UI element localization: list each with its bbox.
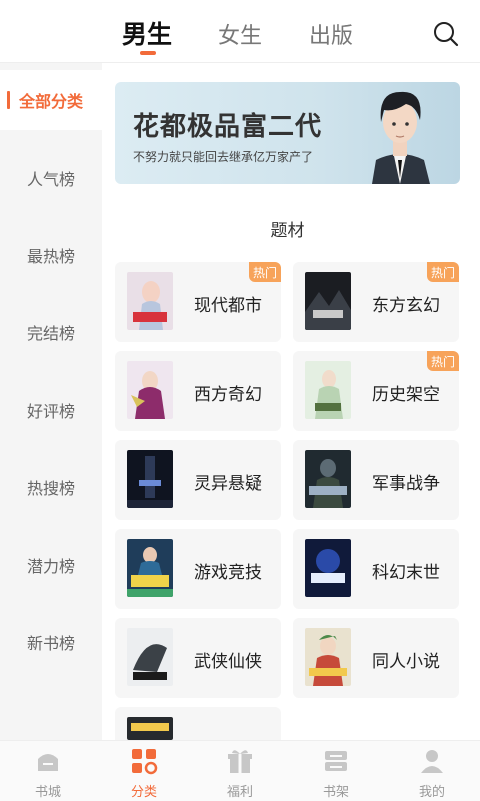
section-title: 题材 (270, 221, 305, 241)
top-bar: 男生 女生 出版 (0, 0, 480, 62)
hot-badge: 热门 (249, 262, 281, 282)
category-icon (132, 749, 158, 775)
sidebar-item-label: 人气榜 (26, 170, 75, 189)
sidebar-item-label: 热搜榜 (26, 479, 75, 498)
sidebar-item-new[interactable]: 新书榜 (0, 612, 102, 672)
sidebar-item-completed[interactable]: 完结榜 (0, 302, 102, 362)
sidebar-item-rated[interactable]: 好评榜 (0, 380, 102, 440)
nav-category[interactable]: 分类 (96, 741, 192, 801)
category-card-urban[interactable]: 热门 现代都市 (115, 262, 281, 342)
book-cover-image (305, 628, 351, 686)
book-cover-image (305, 272, 351, 330)
nav-bookshelf[interactable]: 书架 (288, 741, 384, 801)
hot-badge: 热门 (427, 262, 459, 282)
tab-female[interactable]: 女生 (218, 18, 262, 50)
book-cover-image (127, 539, 173, 597)
category-label: 科幻末世 (372, 563, 440, 583)
category-card-wuxia[interactable]: 武侠仙侠 (115, 618, 281, 698)
sidebar: 全部分类 人气榜 最热榜 完结榜 好评榜 热搜榜 潜力榜 新书榜 (0, 63, 102, 740)
book-cover-image (127, 272, 173, 330)
nav-label: 分类 (130, 785, 157, 800)
category-card-eastern-fantasy[interactable]: 热门 东方玄幻 (293, 262, 459, 342)
banner-character-image (372, 91, 430, 184)
nav-welfare[interactable]: 福利 (192, 741, 288, 801)
category-label: 游戏竞技 (194, 563, 262, 583)
book-cover-image (127, 717, 173, 740)
category-label: 军事战争 (372, 474, 440, 494)
category-card-scifi[interactable]: 科幻末世 (293, 529, 459, 609)
profile-icon (421, 750, 443, 773)
category-label: 西方奇幻 (194, 385, 262, 405)
sidebar-item-label: 完结榜 (26, 324, 75, 343)
sidebar-item-label: 潜力榜 (26, 557, 75, 576)
nav-label: 书架 (322, 785, 349, 800)
sidebar-item-label: 全部分类 (18, 92, 83, 111)
category-card-fanfic[interactable]: 同人小说 (293, 618, 459, 698)
category-label: 同人小说 (372, 652, 440, 672)
category-card-partial[interactable] (115, 707, 281, 740)
tab-male[interactable]: 男生 (122, 15, 172, 51)
nav-bookstore[interactable]: 书城 (0, 741, 96, 801)
category-label: 历史架空 (372, 385, 440, 405)
category-label: 武侠仙侠 (194, 652, 262, 672)
category-label: 现代都市 (194, 296, 262, 316)
book-cover-image (305, 450, 351, 508)
category-card-history[interactable]: 热门 历史架空 (293, 351, 459, 431)
category-label: 东方玄幻 (372, 296, 440, 316)
sidebar-active-marker (7, 91, 10, 109)
category-card-military[interactable]: 军事战争 (293, 440, 459, 520)
promo-banner[interactable]: 花都极品富二代 不努力就只能回去继承亿万家产了 (115, 82, 460, 184)
sidebar-item-hottest[interactable]: 最热榜 (0, 225, 102, 285)
category-card-western-fantasy[interactable]: 西方奇幻 (115, 351, 281, 431)
book-cover-image (127, 361, 173, 419)
tab-publish[interactable]: 出版 (309, 18, 353, 50)
bottom-nav: 书城 分类 福利 书架 我的 (0, 740, 480, 801)
hot-badge: 热门 (427, 351, 459, 371)
book-cover-image (127, 450, 173, 508)
nav-label: 书城 (34, 785, 61, 800)
bookshelf-icon (325, 751, 347, 771)
search-icon[interactable] (432, 20, 460, 48)
category-card-supernatural[interactable]: 灵异悬疑 (115, 440, 281, 520)
book-cover-image (305, 361, 351, 419)
category-label: 灵异悬疑 (194, 474, 262, 494)
book-cover-image (127, 628, 173, 686)
gift-icon (228, 750, 252, 773)
active-tab-indicator (140, 51, 156, 55)
sidebar-item-potential[interactable]: 潜力榜 (0, 535, 102, 595)
book-cover-image (305, 539, 351, 597)
nav-profile[interactable]: 我的 (384, 741, 480, 801)
sidebar-item-all[interactable]: 全部分类 (0, 70, 102, 130)
sidebar-item-searched[interactable]: 热搜榜 (0, 457, 102, 517)
bookstore-icon (38, 754, 58, 771)
sidebar-item-label: 好评榜 (26, 402, 75, 421)
banner-subtitle: 不努力就只能回去继承亿万家产了 (133, 150, 314, 164)
nav-label: 福利 (226, 785, 253, 800)
banner-title: 花都极品富二代 (133, 112, 323, 142)
sidebar-item-popular[interactable]: 人气榜 (0, 148, 102, 208)
nav-label: 我的 (418, 785, 445, 800)
sidebar-item-label: 最热榜 (26, 247, 75, 266)
category-card-gaming[interactable]: 游戏竞技 (115, 529, 281, 609)
sidebar-item-label: 新书榜 (26, 634, 75, 653)
